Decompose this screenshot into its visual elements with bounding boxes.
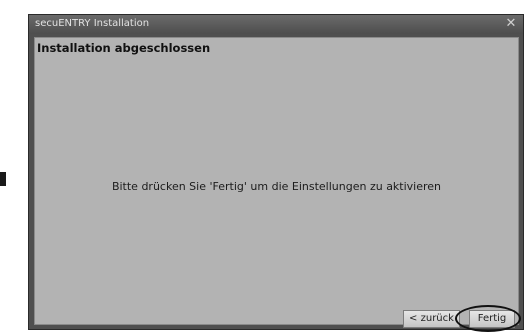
page-title: Installation abgeschlossen	[37, 41, 211, 55]
window-title: secuENTRY Installation	[35, 18, 150, 29]
back-button[interactable]: < zurück	[403, 310, 460, 328]
instruction-text: Bitte drücken Sie 'Fertig' um die Einste…	[111, 180, 442, 193]
screenshot-page: secuENTRY Installation ✕ Installation ab…	[0, 0, 526, 333]
close-icon[interactable]: ✕	[503, 16, 519, 32]
finish-button[interactable]: Fertig	[469, 310, 515, 328]
title-bar[interactable]: secuENTRY Installation ✕	[29, 15, 523, 34]
installer-content-panel: Installation abgeschlossen Bitte drücken…	[34, 37, 519, 328]
page-edge-mark	[0, 172, 6, 186]
installer-window: secuENTRY Installation ✕ Installation ab…	[28, 14, 524, 330]
